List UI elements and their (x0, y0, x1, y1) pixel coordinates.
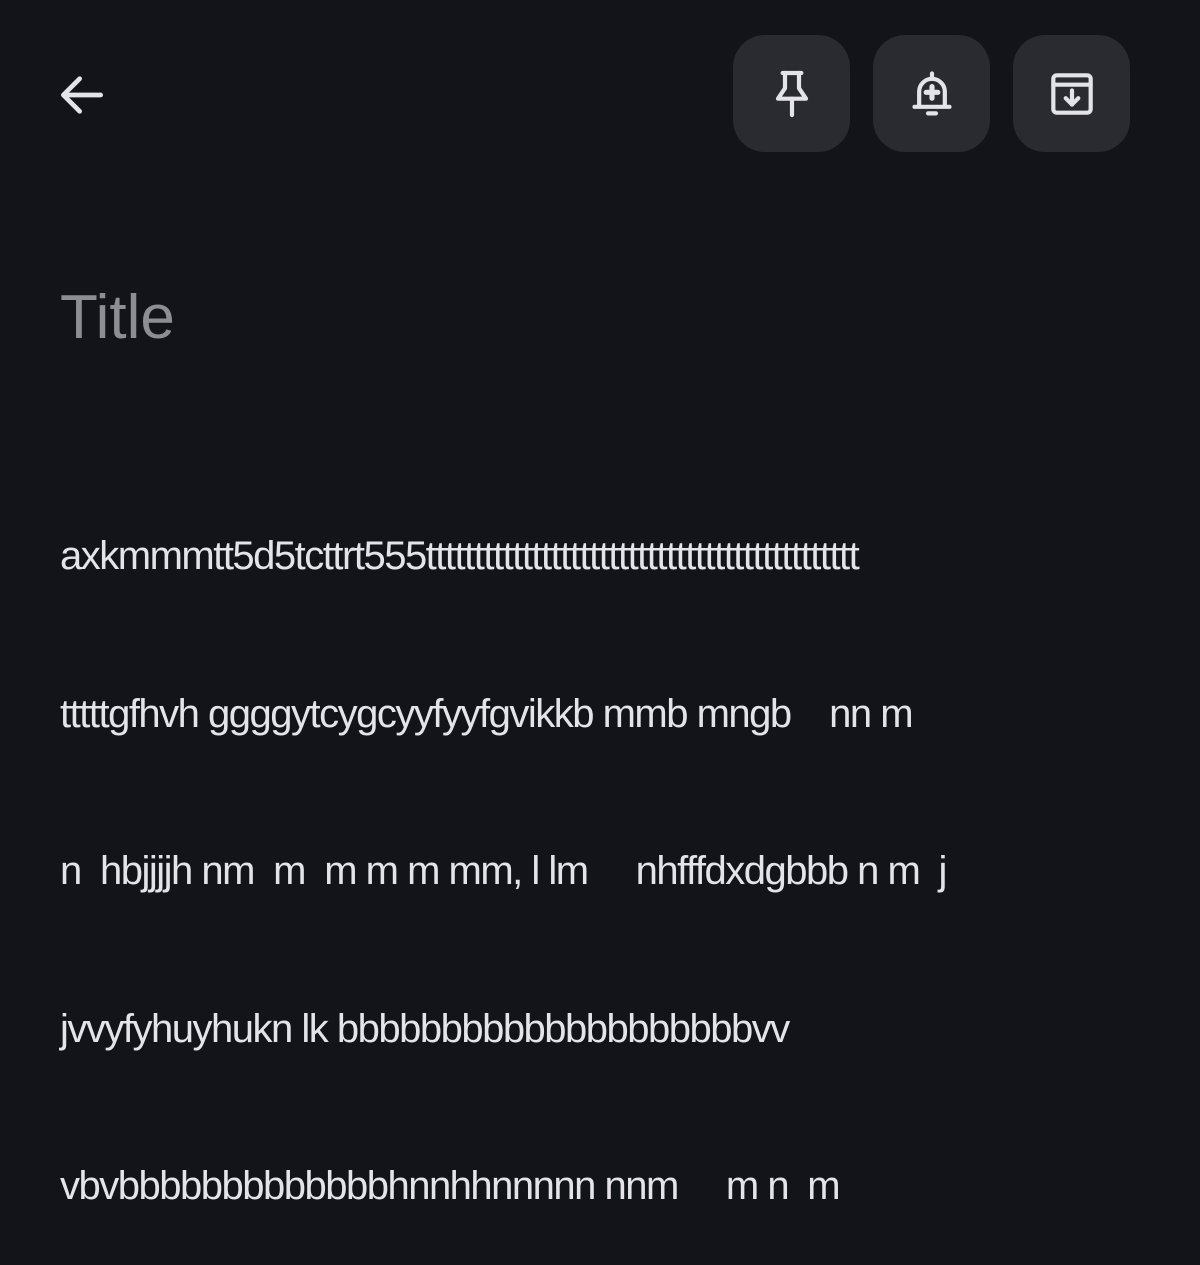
note-title-input[interactable]: Title (60, 282, 1140, 354)
toolbar-actions (733, 35, 1130, 152)
note-body-line: axkmmmtt5d5tcttrt555tttttttttttttttttttt… (60, 534, 860, 578)
pin-button[interactable] (733, 35, 850, 152)
note-body-line: vbvbbbbbbbbbbbbbhnnhhnnnnn nnm m n m (60, 1164, 841, 1208)
arrow-back-icon (61, 76, 103, 114)
note-body-textarea[interactable]: axkmmmtt5d5tcttrt555tttttttttttttttttttt… (60, 425, 1160, 1265)
pin-icon (775, 70, 808, 117)
bell-plus-icon (911, 70, 952, 115)
note-body-line: n hbjjjjh nm m m m m mm, l lm nhfffdxdgb… (60, 849, 947, 893)
reminder-button[interactable] (873, 35, 990, 152)
top-toolbar (0, 0, 1200, 190)
archive-icon (1050, 72, 1093, 115)
note-body-line: jvvyfyhuyhukn lk bbbbbbbbbbbbbbbbbbbbvv (60, 1006, 790, 1051)
back-button[interactable] (42, 55, 122, 135)
note-body-line: tttttgfhvh ggggytcygcyyfyyfgvikkb mmb mn… (60, 691, 914, 736)
archive-button[interactable] (1013, 35, 1130, 152)
